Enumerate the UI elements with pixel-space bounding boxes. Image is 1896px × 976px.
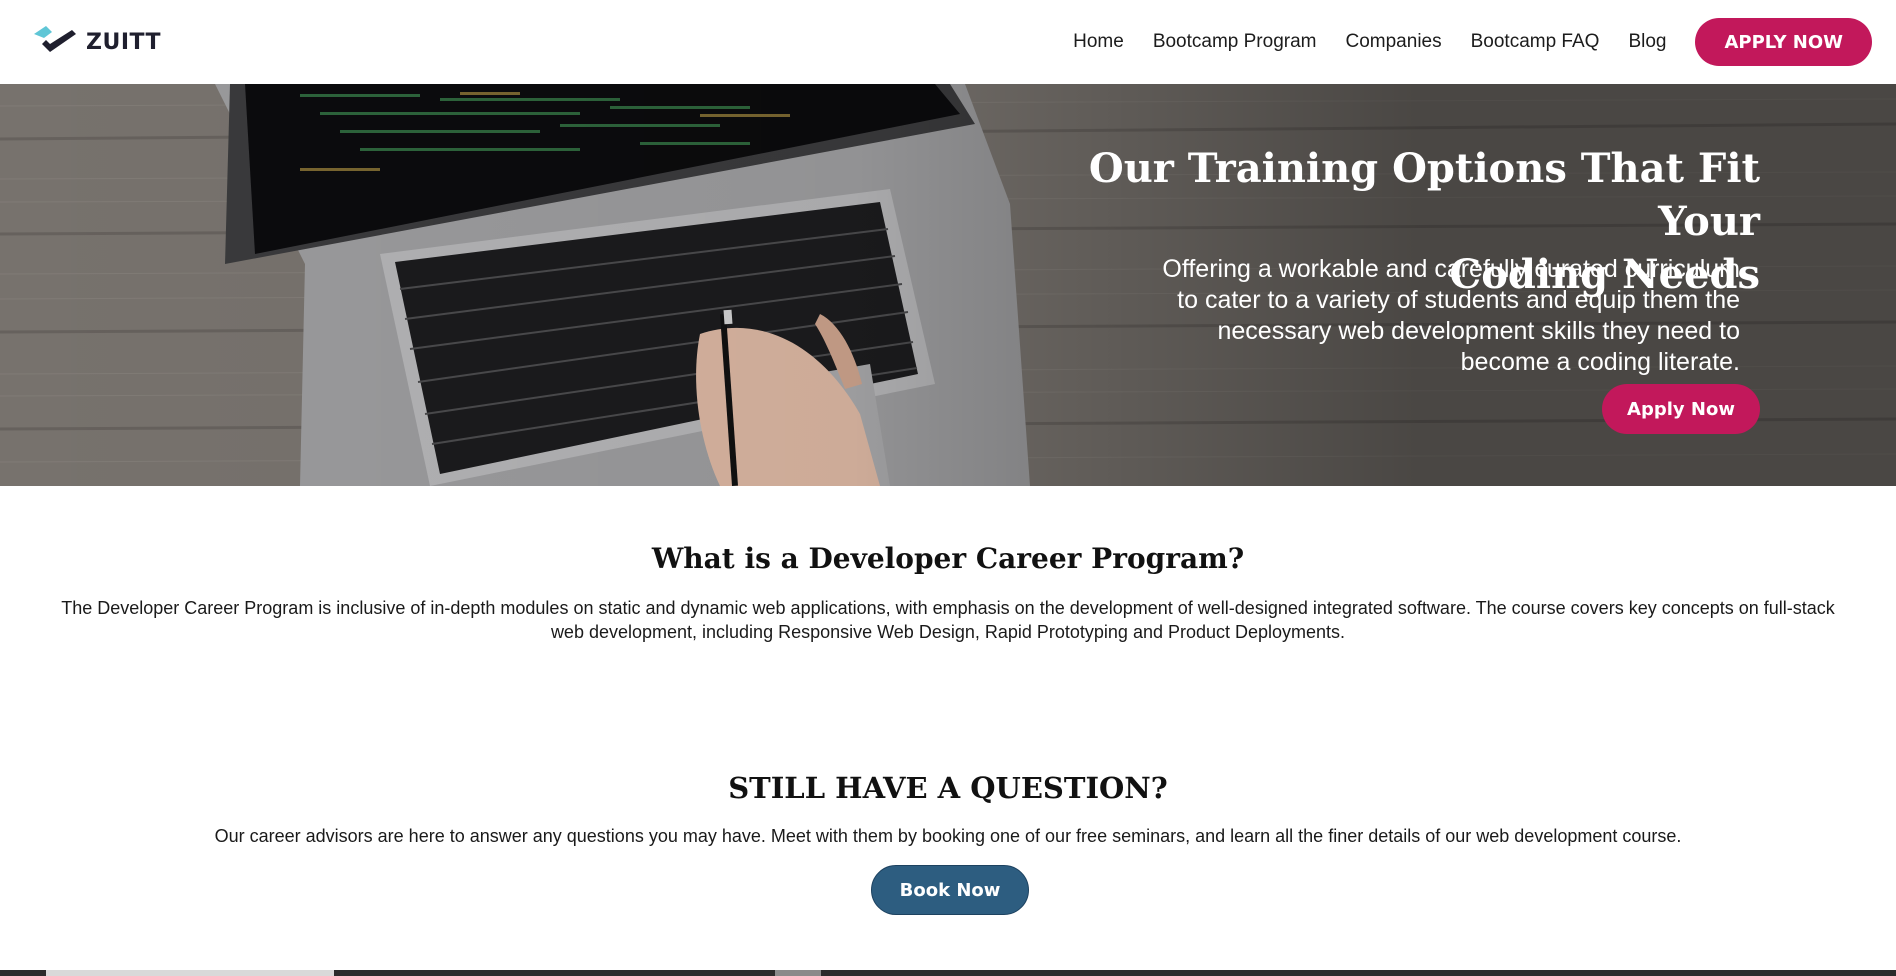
main-nav: Home Bootcamp Program Companies Bootcamp… — [1073, 18, 1872, 66]
bottom-edge-strip — [0, 970, 1896, 976]
bottom-strip-segment — [775, 970, 821, 976]
question-heading: STILL HAVE A QUESTION? — [728, 771, 1168, 805]
program-heading: What is a Developer Career Program? — [651, 542, 1245, 575]
hero-apply-now-button[interactable]: Apply Now — [1602, 384, 1760, 434]
hero-banner: Our Training Options That Fit Your Codin… — [0, 84, 1896, 486]
apply-now-button[interactable]: APPLY NOW — [1695, 18, 1872, 66]
question-description: Our career advisors are here to answer a… — [214, 826, 1682, 846]
hero-title-line-1: Our Training Options That Fit Your — [1088, 145, 1760, 245]
hero-subtitle: Offering a workable and carefully curate… — [1162, 255, 1740, 376]
top-navbar: ZUITT Home Bootcamp Program Companies Bo… — [0, 0, 1896, 84]
nav-bootcamp-faq[interactable]: Bootcamp FAQ — [1471, 31, 1600, 53]
logo-wordmark: ZUITT — [86, 29, 162, 55]
nav-companies[interactable]: Companies — [1346, 31, 1442, 53]
book-now-button[interactable]: Book Now — [871, 865, 1029, 915]
bottom-strip-segment — [46, 970, 334, 976]
zuitt-logo[interactable]: ZUITT — [32, 24, 161, 60]
nav-blog[interactable]: Blog — [1628, 31, 1666, 53]
program-description: The Developer Career Program is inclusiv… — [61, 598, 1835, 642]
nav-bootcamp-program[interactable]: Bootcamp Program — [1153, 31, 1317, 53]
nav-home[interactable]: Home — [1073, 31, 1124, 53]
zuitt-logo-icon — [34, 26, 76, 52]
